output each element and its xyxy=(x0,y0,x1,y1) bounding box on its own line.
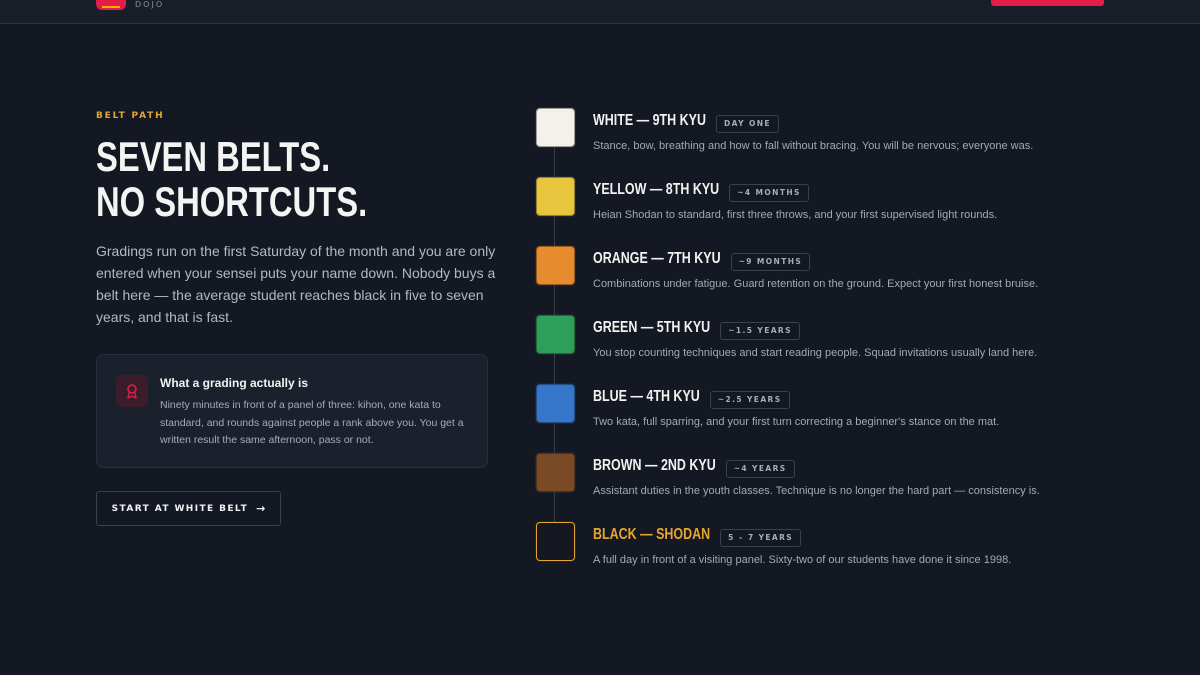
belt-color-swatch xyxy=(536,108,575,147)
logo-wordmark: DOJO xyxy=(135,0,165,9)
belt-duration-badge: DAY ONE xyxy=(716,115,779,133)
belt-description: Assistant duties in the youth classes. T… xyxy=(593,485,1040,497)
start-button-label: START AT WHITE BELT xyxy=(111,503,249,514)
belt-row: BROWN — 2ND KYU ~4 YEARS Assistant duties … xyxy=(536,453,1096,513)
belt-color-swatch xyxy=(536,384,575,423)
section-intro: Gradings run on the first Saturday of th… xyxy=(96,243,496,325)
belt-color-swatch xyxy=(536,522,575,561)
belt-description: Heian Shodan to standard, first three th… xyxy=(593,209,998,221)
belt-description: A full day in front of a visiting panel.… xyxy=(593,554,1012,566)
header-cta-button[interactable] xyxy=(991,0,1104,6)
belt-duration-badge: ~2.5 YEARS xyxy=(709,391,790,409)
grading-info-card: What a grading actually is Ninety minute… xyxy=(96,354,488,468)
belt-duration-badge: ~1.5 YEARS xyxy=(720,322,800,340)
top-nav-bar: DOJO xyxy=(0,0,1200,24)
dojo-logo-icon[interactable] xyxy=(96,0,126,10)
belt-name: WHITE — 9TH KYU xyxy=(593,112,707,129)
belt-color-swatch xyxy=(536,315,575,354)
belt-description: You stop counting techniques and start r… xyxy=(593,347,1038,359)
start-at-white-belt-button[interactable]: START AT WHITE BELT → xyxy=(96,491,281,526)
belt-name: ORANGE — 7TH KYU xyxy=(593,250,721,267)
belt-duration-badge: ~4 MONTHS xyxy=(729,184,809,202)
belt-name: YELLOW — 8TH KYU xyxy=(593,181,720,198)
belt-duration-badge: ~9 MONTHS xyxy=(730,253,811,271)
belt-duration-badge: ~4 YEARS xyxy=(725,460,795,478)
belt-name: GREEN — 5TH KYU xyxy=(593,319,711,336)
belt-duration-badge: 5 – 7 YEARS xyxy=(720,529,802,547)
section-headline: SEVEN BELTS. NO SHORTCUTS. xyxy=(96,134,408,224)
belt-row: WHITE — 9TH KYU DAY ONE Stance, bow, breat… xyxy=(536,108,1096,168)
belt-color-swatch xyxy=(536,246,575,285)
headline-line-2: NO SHORTCUTS. xyxy=(96,178,368,225)
belt-description: Two kata, full sparring, and your first … xyxy=(593,416,1000,428)
belt-color-swatch xyxy=(536,177,575,216)
card-body: Ninety minutes in front of a panel of th… xyxy=(160,399,464,446)
belt-row: BLUE — 4TH KYU ~2.5 YEARS Two kata, full s… xyxy=(536,384,1096,444)
belt-color-swatch xyxy=(536,453,575,492)
belt-name: BLACK — SHODAN xyxy=(593,526,711,543)
belt-description: Combinations under fatigue. Guard retent… xyxy=(593,278,1039,290)
headline-line-1: SEVEN BELTS. xyxy=(96,133,331,180)
section-eyebrow: BELT PATH xyxy=(96,111,165,121)
belt-row: GREEN — 5TH KYU ~1.5 YEARS You stop counti… xyxy=(536,315,1096,375)
belt-description: Stance, bow, breathing and how to fall w… xyxy=(593,140,1034,152)
belt-name: BLUE — 4TH KYU xyxy=(593,388,700,405)
arrow-right-icon: → xyxy=(256,502,266,515)
award-ribbon-icon xyxy=(116,375,148,407)
belt-name: BROWN — 2ND KYU xyxy=(593,457,716,474)
belt-row: YELLOW — 8TH KYU ~4 MONTHS Heian Shodan to… xyxy=(536,177,1096,237)
belt-row: ORANGE — 7TH KYU ~9 MONTHS Combinations un… xyxy=(536,246,1096,306)
card-title: What a grading actually is xyxy=(160,376,309,390)
belt-row: BLACK — SHODAN 5 – 7 YEARS A full day in f… xyxy=(536,522,1096,582)
